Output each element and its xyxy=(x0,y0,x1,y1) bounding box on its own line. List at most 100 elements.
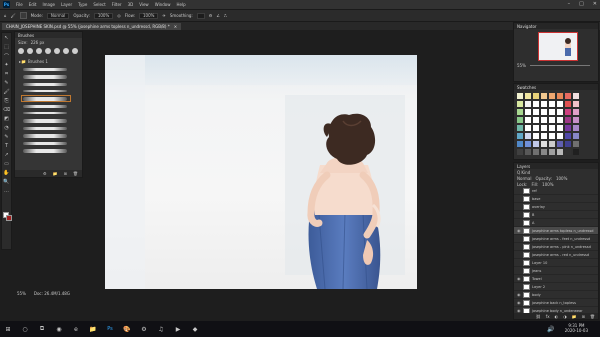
task-view-icon[interactable]: ⧉ xyxy=(38,325,46,333)
menu-type[interactable]: Type xyxy=(78,2,87,7)
color-swatch[interactable] xyxy=(548,124,556,132)
brush-settings-icon[interactable]: ⚙ xyxy=(43,171,47,176)
color-swatch[interactable] xyxy=(516,100,524,108)
minimize-button[interactable]: – xyxy=(568,1,571,7)
color-swatch[interactable] xyxy=(524,140,532,148)
close-tab-icon[interactable]: × xyxy=(174,24,177,29)
color-swatch[interactable] xyxy=(540,124,548,132)
layer-mask-icon[interactable]: ◐ xyxy=(555,314,559,319)
color-swatch[interactable] xyxy=(516,124,524,132)
menu-layer[interactable]: Layer xyxy=(61,2,72,7)
brush-preset[interactable] xyxy=(23,127,67,130)
chrome-icon[interactable]: ◉ xyxy=(55,325,63,333)
maximize-button[interactable]: □ xyxy=(579,1,584,7)
color-swatch[interactable] xyxy=(540,108,548,116)
color-swatch[interactable] xyxy=(516,108,524,116)
recent-brush[interactable] xyxy=(36,48,42,54)
color-swatch[interactable] xyxy=(516,92,524,100)
color-swatch[interactable] xyxy=(572,116,580,124)
background-color-swatch[interactable] xyxy=(6,215,12,221)
layer-row[interactable]: A xyxy=(514,219,598,227)
pen-tool-icon[interactable]: ✎ xyxy=(2,133,11,141)
airbrush-icon[interactable]: ✈ xyxy=(162,13,165,18)
color-swatch[interactable] xyxy=(572,132,580,140)
marquee-tool-icon[interactable]: ⬚ xyxy=(2,43,11,51)
recent-brush[interactable] xyxy=(45,48,51,54)
visibility-eye-icon[interactable]: ◉ xyxy=(517,292,521,297)
brush-preset[interactable] xyxy=(23,142,67,145)
brush-preset[interactable] xyxy=(23,105,67,108)
recent-brush[interactable] xyxy=(72,48,78,54)
visibility-eye-icon[interactable]: ◉ xyxy=(517,276,521,281)
size-value[interactable]: 226 px xyxy=(31,40,45,45)
color-swatch[interactable] xyxy=(548,132,556,140)
volume-icon[interactable]: 🔊 xyxy=(547,325,555,333)
brush-preset[interactable] xyxy=(23,119,67,123)
zoom-tool-icon[interactable]: 🔍 xyxy=(2,178,11,186)
delete-brush-icon[interactable]: 🗑 xyxy=(73,171,78,176)
layer-row[interactable]: ◉ josephine arms topless n_undressd xyxy=(514,227,598,235)
menu-window[interactable]: Window xyxy=(155,2,171,7)
brush-preset[interactable] xyxy=(23,83,67,86)
new-layer-icon[interactable]: ⊞ xyxy=(582,314,585,319)
menu-select[interactable]: Select xyxy=(93,2,105,7)
color-swatch[interactable] xyxy=(564,140,572,148)
move-tool-icon[interactable]: ↖ xyxy=(2,34,11,42)
recent-brush[interactable] xyxy=(18,48,24,54)
menu-3d[interactable]: 3D xyxy=(128,2,134,7)
color-swatch[interactable] xyxy=(516,148,524,156)
opacity-field[interactable]: 100% xyxy=(93,12,114,19)
angle-icon[interactable]: ∠ xyxy=(216,13,220,18)
delete-layer-icon[interactable]: 🗑 xyxy=(590,314,595,319)
layer-row[interactable]: Layer 10 xyxy=(514,259,598,267)
color-swatch[interactable] xyxy=(572,124,580,132)
layer-row[interactable]: B xyxy=(514,211,598,219)
color-swatch[interactable] xyxy=(564,124,572,132)
layer-row[interactable]: ◉ body xyxy=(514,291,598,299)
menu-edit[interactable]: Edit xyxy=(29,2,37,7)
color-swatch[interactable] xyxy=(516,140,524,148)
swatches-tab[interactable]: Swatches xyxy=(514,84,598,90)
color-swatch[interactable] xyxy=(524,148,532,156)
visibility-eye-icon[interactable]: ◉ xyxy=(517,300,521,305)
layer-row[interactable]: ref xyxy=(514,187,598,195)
color-swatch[interactable] xyxy=(532,116,540,124)
pressure-opacity-icon[interactable]: ◎ xyxy=(117,13,121,18)
brush-preset-picker[interactable] xyxy=(19,12,27,19)
layer-row[interactable]: ◉ josephine back n_topless xyxy=(514,299,598,307)
color-swatch[interactable] xyxy=(532,92,540,100)
menu-filter[interactable]: Filter xyxy=(112,2,122,7)
brush-preset[interactable] xyxy=(23,134,67,138)
color-swatch[interactable] xyxy=(524,116,532,124)
file-explorer-icon[interactable]: 📁 xyxy=(89,325,97,333)
color-swatch[interactable] xyxy=(564,148,572,156)
recent-brush[interactable] xyxy=(63,48,69,54)
recent-brush[interactable] xyxy=(27,48,33,54)
color-swatch[interactable] xyxy=(572,140,580,148)
new-group-icon[interactable]: 📁 xyxy=(53,171,58,176)
gradient-tool-icon[interactable]: ◩ xyxy=(2,115,11,123)
color-swatch[interactable] xyxy=(532,124,540,132)
lasso-tool-icon[interactable]: ⌒ xyxy=(2,52,11,60)
layer-row[interactable]: josephine arms - pink n_undressd xyxy=(514,243,598,251)
color-swatch[interactable] xyxy=(524,100,532,108)
color-swatch[interactable] xyxy=(556,148,564,156)
color-swatch[interactable] xyxy=(548,92,556,100)
menu-help[interactable]: Help xyxy=(176,2,185,7)
link-layers-icon[interactable]: ⛓ xyxy=(536,314,541,319)
layer-row[interactable]: josephine arms - feet n_undressd xyxy=(514,235,598,243)
layer-row[interactable]: ◉ Towel xyxy=(514,275,598,283)
system-clock[interactable]: 9:31 PM 2020-10-03 xyxy=(565,323,588,333)
color-swatch[interactable] xyxy=(572,148,580,156)
new-brush-icon[interactable]: ⊞ xyxy=(64,171,67,176)
color-swatch[interactable] xyxy=(548,108,556,116)
brush-tool-icon[interactable]: 🖌 xyxy=(11,13,16,18)
photoshop-taskbar-icon[interactable]: Ps xyxy=(106,325,114,333)
search-icon[interactable]: ○ xyxy=(21,325,29,333)
color-swatch[interactable] xyxy=(540,140,548,148)
color-swatch[interactable] xyxy=(548,100,556,108)
layer-row[interactable]: overlay xyxy=(514,203,598,211)
flow-field[interactable]: 100% xyxy=(139,12,159,19)
menu-view[interactable]: View xyxy=(139,2,149,7)
color-swatch[interactable] xyxy=(524,108,532,116)
